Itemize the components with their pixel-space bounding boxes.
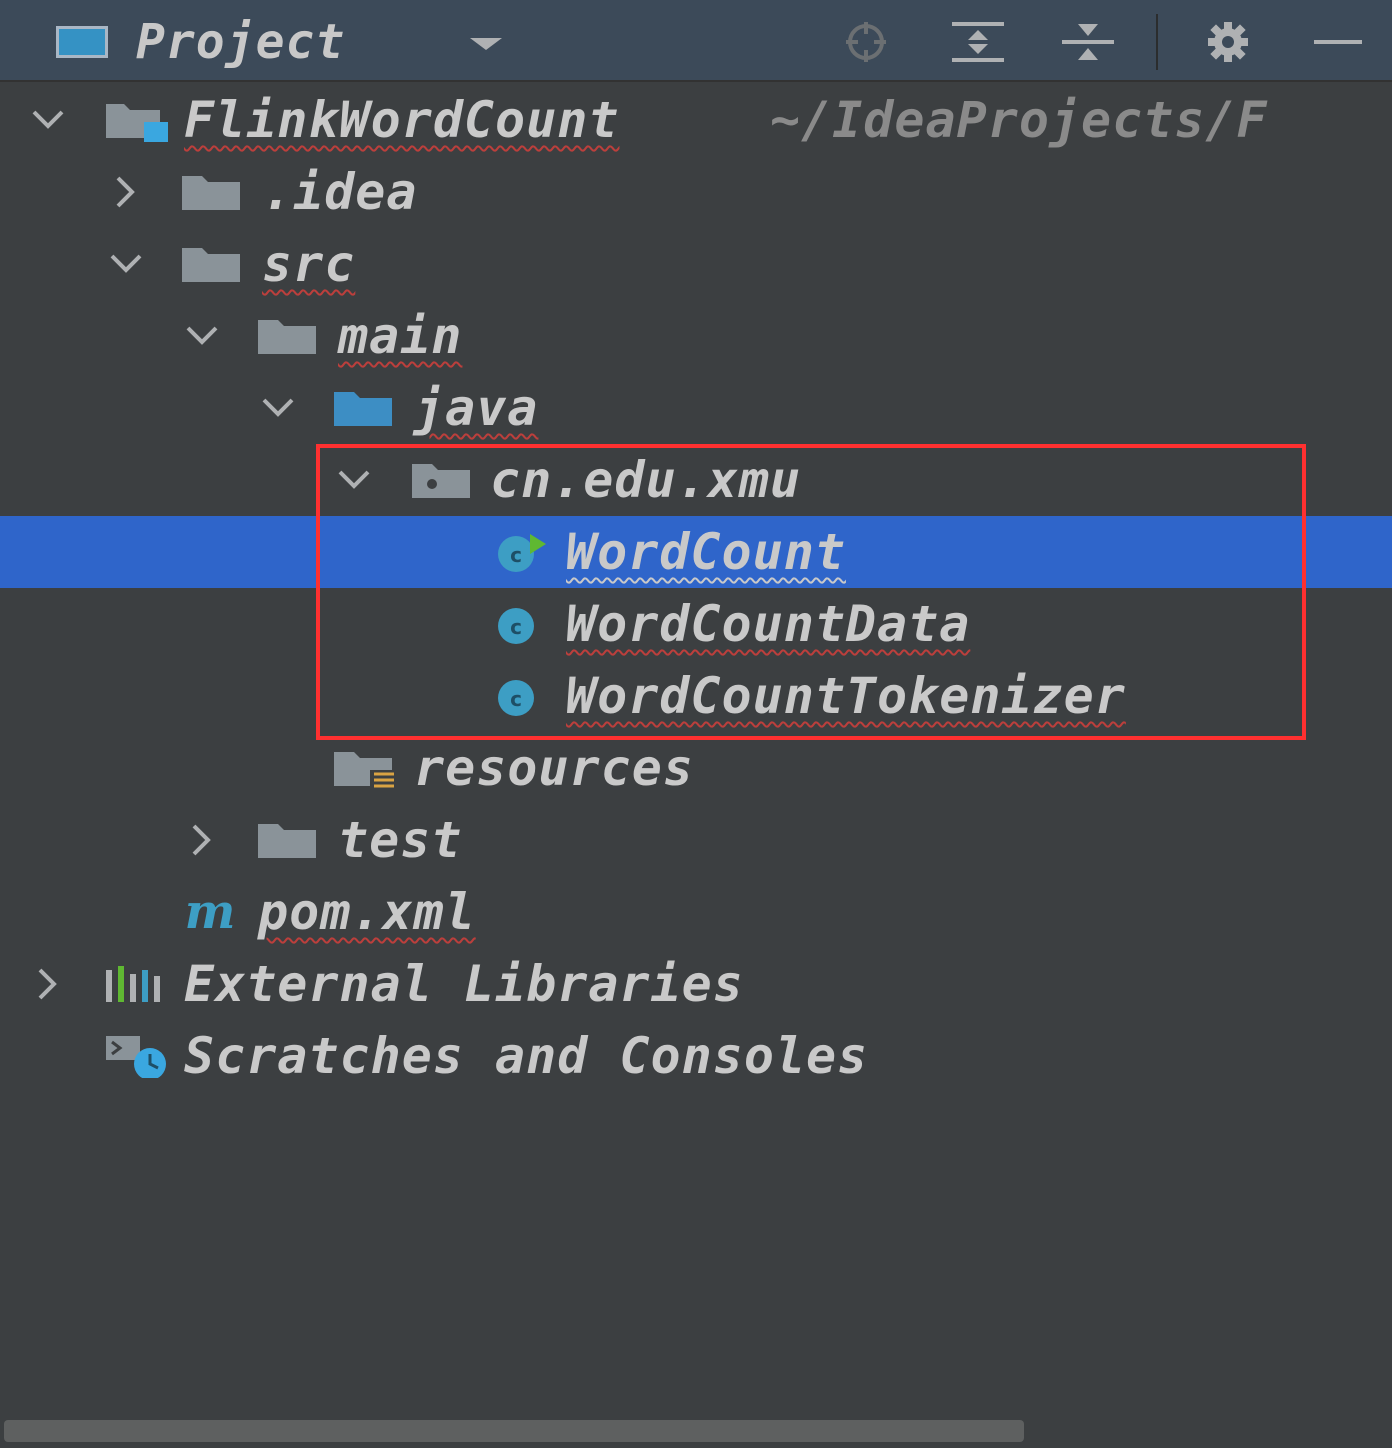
tree-row-main[interactable]: main xyxy=(0,300,1392,372)
tree-row-wordcount[interactable]: c WordCount xyxy=(0,516,1392,588)
src-folder-label: src xyxy=(262,235,356,293)
folder-icon xyxy=(182,248,240,282)
expand-all-icon[interactable] xyxy=(950,20,1006,64)
main-folder-label: main xyxy=(338,307,463,365)
minimize-icon[interactable] xyxy=(1310,20,1366,64)
libraries-icon xyxy=(106,966,160,1002)
locate-icon[interactable] xyxy=(838,20,894,64)
tree-row-scratches[interactable]: Scratches and Consoles xyxy=(0,1020,1392,1092)
chevron-down-icon[interactable] xyxy=(30,102,66,138)
tree-row-wordcounttokenizer[interactable]: c WordCountTokenizer xyxy=(0,660,1392,732)
toolbar-separator xyxy=(1156,14,1158,70)
horizontal-scrollbar-thumb[interactable] xyxy=(4,1420,1024,1442)
tree-row-external-libraries[interactable]: External Libraries xyxy=(0,948,1392,1020)
scratches-label: Scratches and Consoles xyxy=(184,1027,869,1085)
tree-row-java[interactable]: java xyxy=(0,372,1392,444)
test-folder-label: test xyxy=(338,811,463,869)
project-toolbar: Project xyxy=(0,0,1392,82)
folder-icon xyxy=(182,176,240,210)
tree-row-root[interactable]: FlinkWordCount ~/IdeaProjects/F xyxy=(0,84,1392,156)
chevron-down-icon[interactable] xyxy=(470,38,502,50)
wordcounttokenizer-label: WordCountTokenizer xyxy=(566,667,1126,725)
package-label: cn.edu.xmu xyxy=(490,451,802,509)
project-view-title[interactable]: Project xyxy=(136,14,345,70)
tree-row-package[interactable]: cn.edu.xmu xyxy=(0,444,1392,516)
collapse-all-icon[interactable] xyxy=(1060,20,1116,64)
tree-row-src[interactable]: src xyxy=(0,228,1392,300)
java-folder-label: java xyxy=(414,379,539,437)
svg-text:c: c xyxy=(510,615,522,639)
tree-row-pom[interactable]: m pom.xml xyxy=(0,876,1392,948)
folder-icon xyxy=(258,824,316,858)
svg-text:m: m xyxy=(185,890,236,934)
tree-row-wordcountdata[interactable]: c WordCountData xyxy=(0,588,1392,660)
resources-folder-label: resources xyxy=(414,739,694,797)
gear-icon[interactable] xyxy=(1200,20,1256,64)
tree-row-idea[interactable]: .idea xyxy=(0,156,1392,228)
wordcountdata-label: WordCountData xyxy=(566,595,971,653)
chevron-down-icon[interactable] xyxy=(108,246,144,282)
project-root-path: ~/IdeaProjects/F xyxy=(770,91,1268,149)
package-icon xyxy=(412,464,470,498)
external-libraries-label: External Libraries xyxy=(184,955,744,1013)
wordcount-label: WordCount xyxy=(566,523,846,581)
resources-folder-icon xyxy=(334,752,396,790)
chevron-right-icon[interactable] xyxy=(108,174,144,210)
chevron-down-icon[interactable] xyxy=(336,462,372,498)
project-root-label: FlinkWordCount xyxy=(184,91,620,149)
tree-row-test[interactable]: test xyxy=(0,804,1392,876)
chevron-down-icon[interactable] xyxy=(184,318,220,354)
chevron-down-icon[interactable] xyxy=(260,390,296,426)
module-folder-icon xyxy=(106,104,168,142)
idea-folder-label: .idea xyxy=(262,163,418,221)
svg-text:c: c xyxy=(510,543,522,567)
svg-text:c: c xyxy=(510,687,522,711)
chevron-right-icon[interactable] xyxy=(184,822,220,858)
chevron-right-icon[interactable] xyxy=(30,966,66,1002)
class-icon: c xyxy=(498,608,534,644)
maven-icon: m xyxy=(185,890,236,934)
tree-row-resources[interactable]: resources xyxy=(0,732,1392,804)
class-icon: c xyxy=(498,680,534,716)
folder-icon xyxy=(258,320,316,354)
pom-file-label: pom.xml xyxy=(258,883,476,941)
runnable-class-icon: c xyxy=(498,534,546,572)
project-window-icon xyxy=(56,26,108,58)
scratches-icon xyxy=(106,1036,166,1078)
source-folder-icon xyxy=(334,392,392,426)
